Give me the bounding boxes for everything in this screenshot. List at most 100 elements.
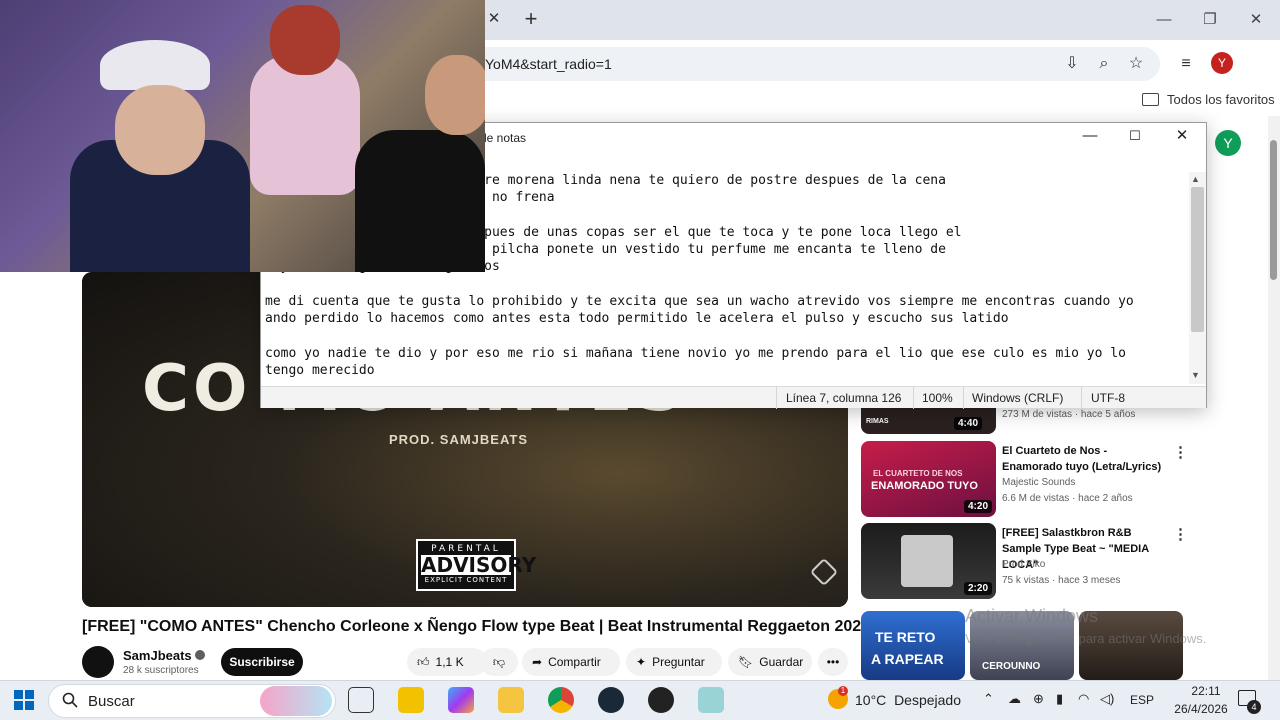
wifi-icon[interactable]: ◠ xyxy=(1078,691,1089,707)
new-tab-button[interactable]: + xyxy=(520,8,542,30)
save-button[interactable]: 🔖︎ Guardar xyxy=(728,648,812,676)
zoom-level[interactable]: 100% xyxy=(922,391,953,405)
chevron-up-icon[interactable]: ⌃ xyxy=(983,691,994,707)
all-bookmarks-button[interactable]: Todos los favoritos xyxy=(1142,92,1275,107)
like-count: 1,1 K xyxy=(435,655,464,669)
scroll-up-icon[interactable]: ▲ xyxy=(1191,174,1200,184)
channel-avatar[interactable] xyxy=(82,646,114,678)
weather-badge: 1 xyxy=(838,686,848,696)
rec0-duration: 4:40 xyxy=(954,417,983,430)
notepad-scrollbar-thumb[interactable] xyxy=(1191,187,1204,332)
more-vert-icon[interactable]: ⋮ xyxy=(1173,525,1188,543)
ask-label: Preguntar xyxy=(652,655,705,669)
subscribe-button[interactable]: Suscribirse xyxy=(221,648,303,676)
tab-close-button[interactable]: ✕ xyxy=(485,10,503,28)
webcam-hair-middle xyxy=(270,5,340,75)
search-highlight-image[interactable] xyxy=(260,686,332,716)
cursor-position: Línea 7, columna 126 xyxy=(786,391,902,405)
like-button[interactable]: 👍︎ 1,1 K xyxy=(407,648,487,676)
share-button[interactable]: ➦ Compartir xyxy=(522,648,620,676)
more-vert-icon[interactable]: ⋮ xyxy=(1173,443,1188,461)
obs-icon[interactable] xyxy=(648,687,674,713)
rec-thumbnail: 2:20 xyxy=(861,523,996,599)
more-icon: ••• xyxy=(826,655,840,669)
steam-icon[interactable] xyxy=(598,687,624,713)
recommendation-item[interactable]: EL CUARTETO DE NOS ENAMORADO TUYO 4:20 E… xyxy=(861,441,1188,517)
volume-icon[interactable]: ◁) xyxy=(1100,691,1114,707)
rec-meta: 6.6 M de vistas · hace 2 años xyxy=(1002,493,1133,504)
window-restore-button[interactable]: ❐ xyxy=(1198,8,1222,32)
parental-advisory-label: PARENTAL ADVISORY EXPLICIT CONTENT xyxy=(416,539,537,591)
zoom-icon[interactable]: ⌕ xyxy=(1093,53,1115,75)
save-icon: 🔖︎ xyxy=(738,655,754,669)
rec-channel: Majestic Sounds xyxy=(1002,477,1076,488)
status-separator xyxy=(1081,387,1082,409)
clock-date[interactable]: 26/4/2026 xyxy=(1166,702,1236,716)
scroll-down-icon[interactable]: ▼ xyxy=(1191,370,1200,380)
status-separator xyxy=(913,387,914,409)
share-icon: ➦ xyxy=(532,655,543,669)
notepad-minimize-button[interactable]: — xyxy=(1080,126,1100,146)
page-scrollbar-thumb[interactable] xyxy=(1270,140,1277,280)
task-view-icon[interactable] xyxy=(348,687,374,713)
taskbar-search-placeholder: Buscar xyxy=(88,693,135,710)
rec-title: El Cuarteto de Nos - Enamorado tuyo (Let… xyxy=(1002,445,1162,473)
notepad-app-icon[interactable] xyxy=(698,687,724,713)
language-indicator[interactable]: ESP xyxy=(1130,693,1154,707)
rec-thumb-line1: EL CUARTETO DE NOS xyxy=(873,469,963,478)
webcam-person-right xyxy=(355,130,485,272)
window-minimize-button[interactable]: — xyxy=(1152,8,1176,32)
all-bookmarks-label: Todos los favoritos xyxy=(1167,92,1275,107)
ask-button[interactable]: ✦ Preguntar xyxy=(626,648,722,676)
short-label: CEROUNNO xyxy=(982,661,1041,672)
folder-icon xyxy=(1142,93,1159,106)
rec0-thumb-label: RIMAS xyxy=(866,418,889,425)
network-icon[interactable]: ⊕ xyxy=(1033,691,1044,707)
notepad-maximize-button[interactable]: ☐ xyxy=(1125,126,1145,146)
thumbs-up-icon: 👍︎ xyxy=(417,654,430,669)
dislike-button[interactable]: 👎︎ xyxy=(480,648,518,676)
status-separator xyxy=(963,387,964,409)
notepad-status-bar: Línea 7, columna 126 100% Windows (CRLF)… xyxy=(261,386,1206,409)
search-icon xyxy=(62,692,78,708)
widgets-app-icon[interactable] xyxy=(398,687,424,713)
channel-subscribers: 28 k suscriptores xyxy=(123,665,199,676)
channel-name[interactable]: SamJbeats xyxy=(123,648,206,663)
bookmark-star-icon[interactable]: ☆ xyxy=(1125,53,1147,75)
windows-start-icon[interactable] xyxy=(14,690,34,710)
weather-desc: Despejado xyxy=(894,692,961,708)
file-explorer-icon[interactable] xyxy=(498,687,524,713)
more-actions-button[interactable]: ••• xyxy=(818,648,848,676)
youtube-account-avatar[interactable]: Y xyxy=(1215,130,1241,156)
tray-app-icon[interactable]: ☁ xyxy=(1008,691,1021,707)
advisory-mid-text: ADVISORY xyxy=(421,553,537,577)
activate-windows-subtext: Ve a Configuración para activar Windows. xyxy=(965,631,1207,646)
copilot-icon[interactable] xyxy=(448,687,474,713)
window-close-button[interactable]: ✕ xyxy=(1244,8,1268,32)
verified-icon xyxy=(195,650,206,660)
webcam-person-middle xyxy=(250,55,360,195)
recommendation-item[interactable]: 2:20 [FREE] Salastkbron R&B Sample Type … xyxy=(861,523,1188,599)
share-label: Compartir xyxy=(548,655,601,669)
short-line1: TE RETO xyxy=(875,629,936,645)
webcam-face-left xyxy=(115,85,205,175)
short-item[interactable]: TE RETO A RAPEAR xyxy=(861,611,965,680)
video-prod-label: PROD. SAMJBEATS xyxy=(389,432,528,447)
notepad-close-button[interactable]: ✕ xyxy=(1172,126,1192,146)
address-bar[interactable]: YoM4&start_radio=1 xyxy=(470,47,1160,81)
install-app-icon[interactable]: ⇩ xyxy=(1061,53,1083,75)
media-control-icon[interactable]: ≡ xyxy=(1175,53,1197,75)
rec-thumb-line2: ENAMORADO TUYO xyxy=(871,480,978,492)
chrome-icon[interactable] xyxy=(548,687,574,713)
status-separator xyxy=(776,387,777,409)
webcam-face-right xyxy=(425,55,485,135)
profile-avatar[interactable]: Y xyxy=(1211,52,1233,74)
rec-duration: 2:20 xyxy=(963,582,992,595)
weather-widget[interactable]: 10°C Despejado xyxy=(855,692,961,708)
clock-time[interactable]: 22:11 xyxy=(1176,684,1236,698)
rec-channel: Prod Siko xyxy=(1002,559,1046,570)
notification-count: 4 xyxy=(1247,700,1261,714)
microphone-icon[interactable]: ▮ xyxy=(1056,691,1063,707)
webcam-cap xyxy=(100,40,210,90)
rec-meta: 75 k vistas · hace 3 meses xyxy=(1002,575,1121,586)
